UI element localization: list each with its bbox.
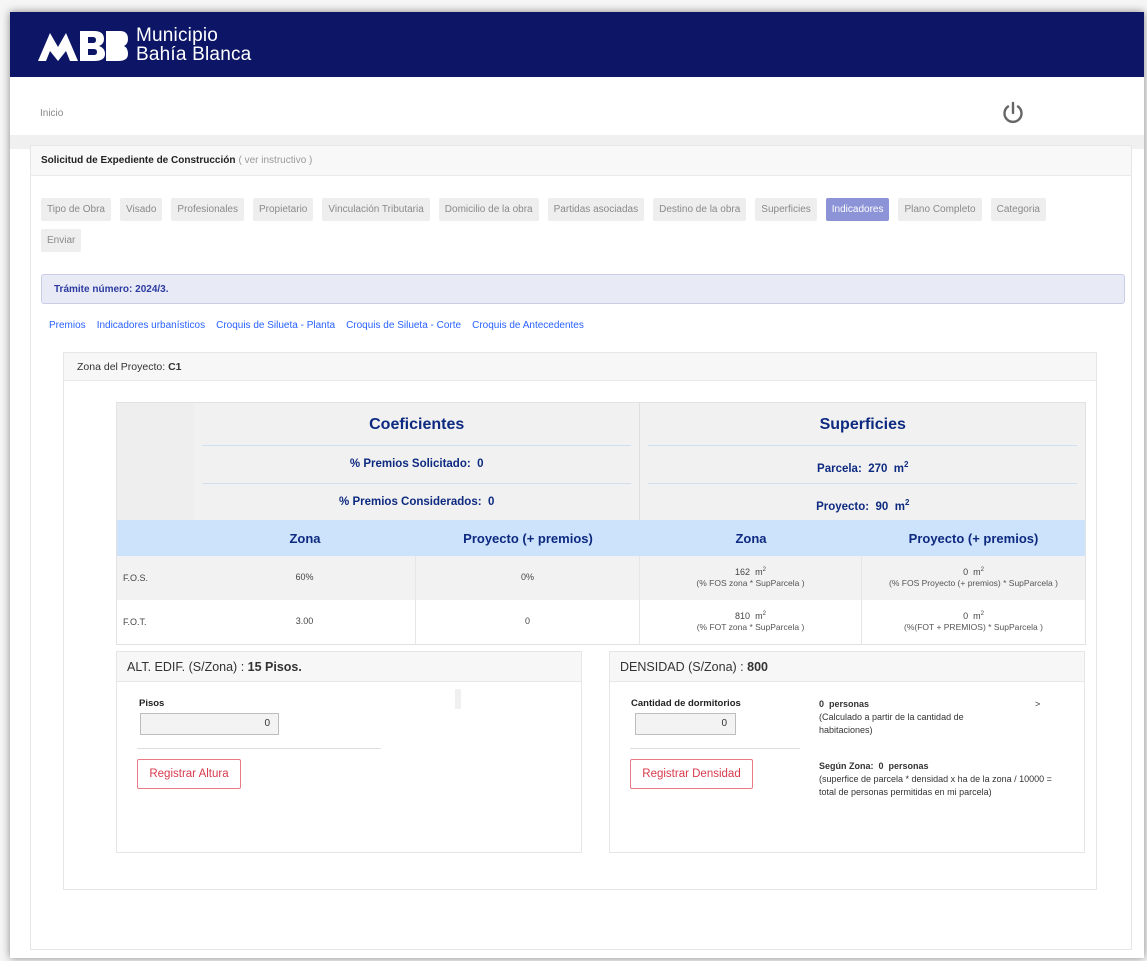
zone-label: Zona del Proyecto: bbox=[77, 360, 166, 373]
brand-name: Municipio Bahía Blanca bbox=[136, 26, 251, 64]
altura-panel: ALT. EDIF. (S/Zona) : 15 Pisos. Pisos 0 … bbox=[116, 651, 582, 853]
dormitorios-input[interactable]: 0 bbox=[635, 713, 736, 735]
step-tab[interactable]: Indicadores bbox=[825, 198, 890, 221]
home-link[interactable]: Inicio bbox=[40, 108, 63, 119]
col-sup-proyecto: Proyecto (+ premios) bbox=[908, 530, 1039, 546]
brand-line2: Bahía Blanca bbox=[136, 43, 252, 65]
section-links: Premios Indicadores urbanísticos Croquis d… bbox=[31, 304, 1131, 331]
indicators-table: Coeficientes % Premios Solicitado: 0 % P… bbox=[116, 402, 1086, 645]
zone-card: Zona del Proyecto: C1 Coeficientes % Pre… bbox=[63, 352, 1097, 890]
step-tab[interactable]: Partidas asociadas bbox=[547, 198, 645, 221]
step-tab[interactable]: Destino de la obra bbox=[653, 198, 747, 221]
card-title: Solicitud de Expediente de Construcción bbox=[41, 155, 236, 166]
scroll-stub bbox=[455, 689, 461, 709]
step-tab[interactable]: Visado bbox=[120, 198, 163, 221]
col-zona: Zona bbox=[289, 530, 321, 546]
altura-value: 15 Pisos. bbox=[247, 659, 302, 674]
section-link[interactable]: Croquis de Antecedentes bbox=[472, 320, 584, 331]
personas-note: (Calculado a partir de la cantidad de ha… bbox=[819, 712, 964, 735]
wizard-steps: Tipo de Obra Visado Profesionales Propietar… bbox=[31, 176, 1101, 260]
superficies-title: Superficies bbox=[648, 403, 1078, 446]
zone-header: Zona del Proyecto: C1 bbox=[64, 353, 1096, 381]
card-header: Solicitud de Expediente de Construcción … bbox=[31, 146, 1131, 176]
step-tab[interactable]: Categoria bbox=[990, 198, 1046, 221]
expand-arrow-icon[interactable]: > bbox=[1035, 698, 1040, 711]
power-icon[interactable] bbox=[1000, 100, 1026, 126]
header-banner: Municipio Bahía Blanca bbox=[10, 12, 1144, 77]
coeficientes-block: Coeficientes % Premios Solicitado: 0 % P… bbox=[194, 403, 640, 520]
column-header-row: Zona Proyecto (+ premios) Zona Proyecto … bbox=[117, 520, 1085, 556]
app-window: Municipio Bahía Blanca Inicio Solicitud … bbox=[10, 12, 1144, 958]
mbb-logo-icon bbox=[38, 30, 128, 61]
registrar-altura-button[interactable]: Registrar Altura bbox=[137, 759, 241, 789]
col-proyecto: Proyecto (+ premios) bbox=[463, 530, 593, 546]
pisos-label: Pisos bbox=[139, 698, 165, 709]
divider bbox=[630, 748, 800, 749]
personas-value: 0 personas bbox=[819, 699, 870, 709]
densidad-header: DENSIDAD (S/Zona) : 800 bbox=[610, 652, 1084, 682]
premios-solicitado: % Premios Solicitado: 0 bbox=[349, 458, 484, 470]
tramite-alert: Trámite número: 2024/3. bbox=[41, 274, 1125, 304]
parcela-line: Parcela: 270 m2 bbox=[817, 460, 909, 475]
section-link[interactable]: Croquis de Silueta - Planta bbox=[216, 320, 335, 331]
instructivo-link[interactable]: ( ver instructivo ) bbox=[238, 155, 312, 166]
step-tab[interactable]: Superficies bbox=[755, 198, 817, 221]
premios-considerados: % Premios Considerados: 0 bbox=[201, 483, 632, 520]
step-tab[interactable]: Profesionales bbox=[171, 198, 244, 221]
segun-zona-note: (superfice de parcela * densidad x ha de… bbox=[819, 774, 1052, 797]
table-row: F.O.S. 60% 0% 162 m2 (% FOS zona * SupPar… bbox=[117, 556, 1085, 600]
municipality-logo: Municipio Bahía Blanca bbox=[36, 25, 251, 65]
col-sup-zona: Zona bbox=[735, 530, 767, 546]
request-card: Solicitud de Expediente de Construcción … bbox=[30, 145, 1132, 950]
coeficientes-title: Coeficientes bbox=[201, 403, 632, 446]
header-empty-cell bbox=[117, 403, 194, 520]
brand-line1: Municipio bbox=[136, 24, 219, 46]
section-link[interactable]: Indicadores urbanísticos bbox=[97, 320, 205, 331]
zone-value: C1 bbox=[168, 360, 182, 373]
dormitorios-label: Cantidad de dormitorios bbox=[631, 698, 741, 709]
section-link[interactable]: Croquis de Silueta - Corte bbox=[346, 320, 461, 331]
densidad-panel: DENSIDAD (S/Zona) : 800 Cantidad de dorm… bbox=[609, 651, 1085, 853]
proyecto-line: Proyecto: 90 m2 bbox=[648, 483, 1078, 520]
segun-zona: Según Zona: 0 personas bbox=[819, 761, 929, 771]
table-header: Coeficientes % Premios Solicitado: 0 % P… bbox=[117, 403, 1085, 520]
step-tab[interactable]: Domicilio de la obra bbox=[438, 198, 539, 221]
top-nav: Inicio bbox=[10, 91, 1144, 135]
section-link[interactable]: Premios bbox=[49, 320, 86, 331]
step-tab[interactable]: Propietario bbox=[253, 198, 314, 221]
pisos-input[interactable]: 0 bbox=[140, 713, 279, 735]
step-tab[interactable]: Enviar bbox=[41, 229, 82, 252]
altura-header: ALT. EDIF. (S/Zona) : 15 Pisos. bbox=[117, 652, 581, 682]
densidad-value: 800 bbox=[747, 659, 768, 674]
superficies-block: Superficies Parcela: 270 m2 Proyecto: 90… bbox=[639, 403, 1085, 520]
step-tab[interactable]: Tipo de Obra bbox=[41, 198, 111, 221]
step-tab[interactable]: Plano Completo bbox=[898, 198, 982, 221]
divider bbox=[137, 748, 381, 749]
registrar-densidad-button[interactable]: Registrar Densidad bbox=[630, 759, 753, 789]
table-row: F.O.T. 3.00 0 810 m2 (% FOT zona * SupPar… bbox=[117, 600, 1085, 644]
step-tab[interactable]: Vinculación Tributaria bbox=[322, 198, 430, 221]
